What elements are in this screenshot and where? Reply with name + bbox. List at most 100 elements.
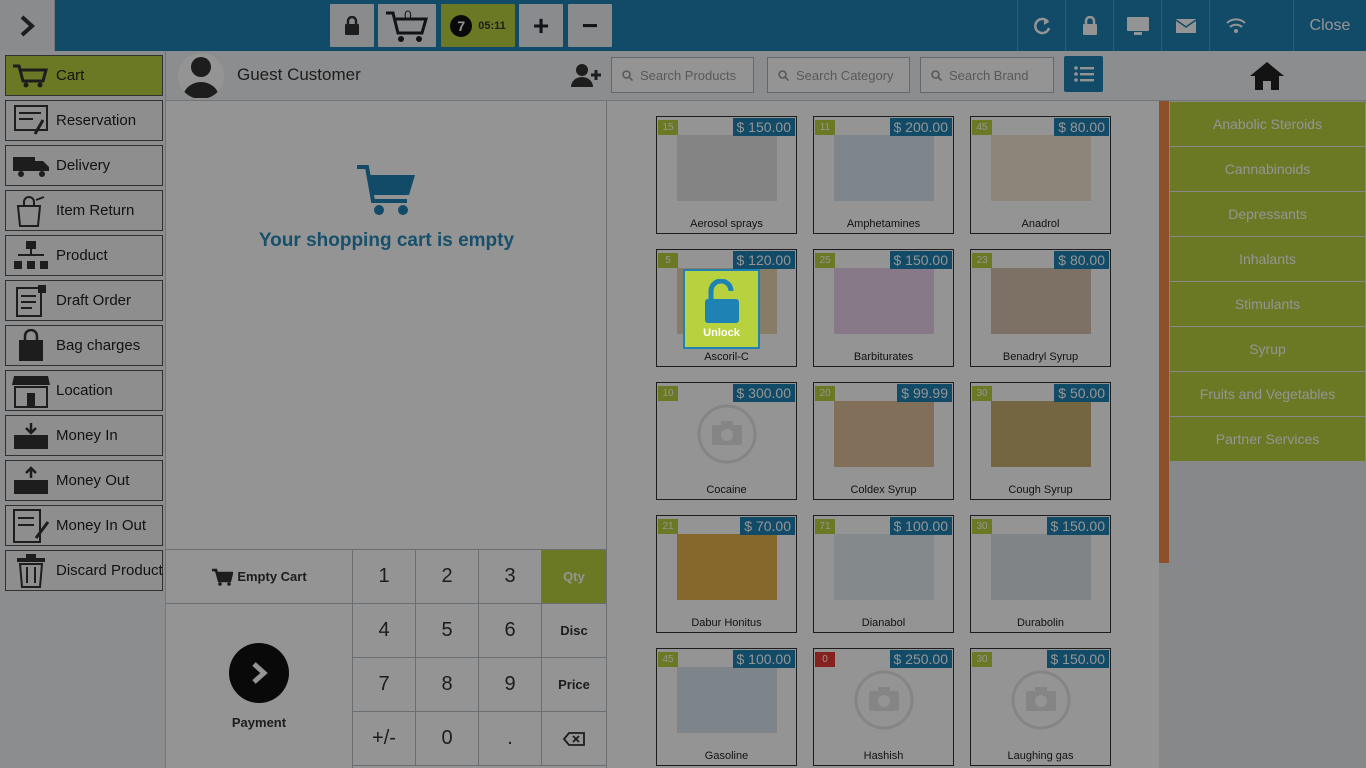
camera-placeholder-icon <box>677 401 777 467</box>
key-6[interactable]: 6 <box>479 604 542 658</box>
key-backspace[interactable] <box>542 712 607 766</box>
sidebar-item-product[interactable]: Product <box>5 235 163 276</box>
key-2[interactable]: 2 <box>416 550 479 604</box>
unlock-button[interactable]: Unlock <box>683 269 760 349</box>
timer-badge: 7 <box>450 14 473 37</box>
product-card[interactable]: 0 $ 250.00 Hashish <box>813 648 954 766</box>
product-card[interactable]: 30 $ 50.00 Cough Syrup <box>970 382 1111 500</box>
sidebar-item-money-in-out[interactable]: Money In Out <box>5 505 163 546</box>
product-card[interactable]: 21 $ 70.00 Dabur Honitus <box>656 515 797 633</box>
product-card[interactable]: 10 $ 300.00 Cocaine <box>656 382 797 500</box>
customer-avatar[interactable] <box>178 53 224 99</box>
key-4[interactable]: 4 <box>353 604 416 658</box>
messages-button[interactable] <box>1161 0 1209 51</box>
category-item[interactable]: Partner Services <box>1170 417 1365 461</box>
product-name: Anadrol <box>1021 218 1060 230</box>
scrollbar[interactable] <box>1159 101 1169 563</box>
sidebar-item-location[interactable]: Location <box>5 370 163 411</box>
sidebar-item-label: Location <box>56 382 113 399</box>
key-5[interactable]: 5 <box>416 604 479 658</box>
category-item[interactable]: Fruits and Vegetables <box>1170 372 1365 416</box>
sidebar-item-draft-order[interactable]: Draft Order <box>5 280 163 321</box>
customer-name: Guest Customer <box>237 65 361 84</box>
product-name: Aerosol sprays <box>690 218 763 230</box>
menu-toggle-button[interactable] <box>0 0 55 51</box>
search-products-input[interactable]: Search Products <box>611 57 754 93</box>
sidebar-item-label: Delivery <box>56 157 111 174</box>
category-item[interactable]: Cannabinoids <box>1170 147 1365 191</box>
cart-button[interactable]: 0 <box>378 4 436 47</box>
sidebar-item-money-in[interactable]: Money In <box>5 415 163 456</box>
lock-button[interactable] <box>330 4 374 47</box>
category-item[interactable]: Depressants <box>1170 192 1365 236</box>
category-item[interactable]: Stimulants <box>1170 282 1365 326</box>
sidebar-item-reservation[interactable]: Reservation <box>5 100 163 141</box>
key-decimal[interactable]: . <box>479 712 542 766</box>
cart-panel: Guest Customer Your shopping cart is emp… <box>166 51 607 768</box>
sidebar-item-label: Bag charges <box>56 337 141 354</box>
sidebar-item-discard-product[interactable]: Discard Product <box>5 550 163 591</box>
product-card[interactable]: 71 $ 100.00 Dianabol <box>813 515 954 633</box>
key-plus-minus[interactable]: +/- <box>353 712 416 766</box>
key-1[interactable]: 1 <box>353 550 416 604</box>
category-item[interactable]: Inhalants <box>1170 237 1365 281</box>
sidebar-item-bag-charges[interactable]: Bag charges <box>5 325 163 366</box>
product-image <box>677 534 777 600</box>
backspace-icon <box>563 731 585 746</box>
sync-button[interactable] <box>1017 0 1065 51</box>
product-name: Durabolin <box>1016 617 1065 629</box>
sidebar-item-cart[interactable]: Cart <box>5 55 163 96</box>
sidebar-item-money-out[interactable]: Money Out <box>5 460 163 501</box>
product-card[interactable]: 23 $ 80.00 Benadryl Syrup <box>970 249 1111 367</box>
product-card[interactable]: 15 $ 150.00 Aerosol sprays <box>656 116 797 234</box>
close-button[interactable]: Close <box>1293 0 1366 51</box>
stock-badge: 10 <box>658 386 678 401</box>
product-card[interactable]: 11 $ 200.00 Amphetamines <box>813 116 954 234</box>
search-brand-input[interactable]: Search Brand <box>920 57 1054 93</box>
key-3[interactable]: 3 <box>479 550 542 604</box>
remove-button[interactable]: − <box>568 4 612 47</box>
key-8[interactable]: 8 <box>416 658 479 712</box>
key-qty[interactable]: Qty <box>542 550 607 604</box>
sidebar-item-item-return[interactable]: Item Return <box>5 190 163 231</box>
empty-cart-label: Empty Cart <box>237 569 307 584</box>
payment-label: Payment <box>231 714 287 730</box>
product-card[interactable]: 30 $ 150.00 Laughing gas <box>970 648 1111 766</box>
price-badge: $ 100.00 <box>889 517 952 535</box>
product-card[interactable]: 20 $ 99.99 Coldex Syrup <box>813 382 954 500</box>
search-category-input[interactable]: Search Category <box>767 57 910 93</box>
add-customer-button[interactable] <box>571 63 601 92</box>
key-price[interactable]: Price <box>542 658 607 712</box>
product-card[interactable]: 25 $ 150.00 Barbiturates <box>813 249 954 367</box>
category-item[interactable]: Syrup <box>1170 327 1365 371</box>
empty-cart-button[interactable]: Empty Cart <box>166 550 353 604</box>
price-badge: $ 250.00 <box>889 650 952 668</box>
category-panel: Anabolic Steroids Cannabinoids Depressants… <box>1169 101 1366 768</box>
key-disc[interactable]: Disc <box>542 604 607 658</box>
home-button[interactable] <box>1167 51 1366 101</box>
product-name: Laughing gas <box>1007 750 1074 762</box>
payment-button[interactable]: Payment <box>166 604 353 768</box>
stock-badge: 0 <box>815 652 835 667</box>
category-item[interactable]: Anabolic Steroids <box>1170 102 1365 146</box>
lock-screen-button[interactable] <box>1065 0 1113 51</box>
key-7[interactable]: 7 <box>353 658 416 712</box>
search-bar: Search Products Search Category Search B… <box>607 51 1167 101</box>
empty-cart-state: Your shopping cart is empty <box>166 163 607 252</box>
display-button[interactable] <box>1113 0 1161 51</box>
product-card[interactable]: 45 $ 100.00 Gasoline <box>656 648 797 766</box>
product-name: Cough Syrup <box>1008 484 1073 496</box>
product-card[interactable]: 45 $ 80.00 Anadrol <box>970 116 1111 234</box>
sidebar-item-delivery[interactable]: Delivery <box>5 145 163 186</box>
chevron-right-icon <box>20 15 35 36</box>
add-button[interactable]: + <box>519 4 563 47</box>
wifi-status[interactable] <box>1209 0 1261 51</box>
payment-circle <box>229 642 289 703</box>
session-timer[interactable]: 7 05:11 <box>441 4 515 47</box>
key-9[interactable]: 9 <box>479 658 542 712</box>
product-name: Hashish <box>863 750 904 762</box>
product-name: Dianabol <box>861 617 906 629</box>
product-card[interactable]: 30 $ 150.00 Durabolin <box>970 515 1111 633</box>
list-view-button[interactable] <box>1064 56 1103 92</box>
key-0[interactable]: 0 <box>416 712 479 766</box>
